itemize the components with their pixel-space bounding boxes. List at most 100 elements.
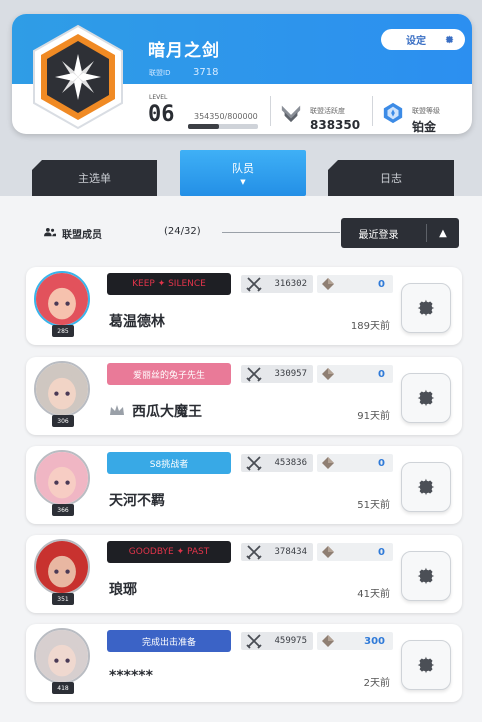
caret-down-icon: ▼ bbox=[240, 178, 246, 186]
diamond-icon bbox=[322, 457, 334, 469]
member-settings-button[interactable] bbox=[401, 551, 451, 601]
gear-icon bbox=[417, 478, 435, 496]
member-level: 351 bbox=[52, 593, 74, 605]
member-row[interactable]: 306 爱丽丝的兔子先生 330957 0 西瓜大魔王 91天前 bbox=[26, 357, 462, 435]
combat-power-value: 330957 bbox=[274, 369, 307, 379]
avatar-portrait bbox=[34, 361, 90, 417]
divider bbox=[270, 96, 271, 126]
member-avatar[interactable]: 351 bbox=[30, 535, 94, 605]
combat-power: 459975 bbox=[241, 632, 313, 650]
combat-power: 316302 bbox=[241, 275, 313, 293]
gear-icon bbox=[417, 299, 435, 317]
last-login: 91天前 bbox=[357, 411, 390, 422]
member-avatar[interactable]: 366 bbox=[30, 446, 94, 516]
crown-icon bbox=[110, 405, 124, 415]
contribution: 300 bbox=[317, 632, 393, 650]
member-settings-button[interactable] bbox=[401, 373, 451, 423]
member-level: 366 bbox=[52, 504, 74, 516]
member-name: 西瓜大魔王 bbox=[132, 404, 202, 420]
diamond-icon bbox=[322, 635, 334, 647]
member-level: 306 bbox=[52, 415, 74, 427]
tab-log[interactable]: 日志 bbox=[328, 160, 454, 196]
member-level: 285 bbox=[52, 325, 74, 337]
member-name: 葛温德林 bbox=[109, 314, 165, 330]
member-avatar[interactable]: 285 bbox=[30, 267, 94, 337]
combat-power-value: 453836 bbox=[274, 458, 307, 468]
contribution-value: 0 bbox=[378, 457, 385, 469]
crossed-swords-icon bbox=[246, 545, 262, 560]
tab-members[interactable]: 队员 ▼ bbox=[180, 150, 306, 196]
member-avatar[interactable]: 306 bbox=[30, 357, 94, 427]
gear-icon bbox=[445, 35, 454, 44]
contribution: 0 bbox=[317, 275, 393, 293]
alliance-name: 暗月之剑 bbox=[148, 41, 220, 61]
exp-progress-fill bbox=[188, 124, 219, 129]
gear-icon bbox=[417, 656, 435, 674]
member-settings-button[interactable] bbox=[401, 462, 451, 512]
activity-label: 联盟活跃度 bbox=[310, 107, 345, 115]
member-name: ****** bbox=[109, 668, 153, 684]
members-header: 联盟成员 (24/32) 最近登录 ▲ bbox=[0, 216, 482, 248]
member-row[interactable]: 366 S8挑战者 453836 0 天河不羁 51天前 bbox=[26, 446, 462, 524]
diamond-icon bbox=[322, 368, 334, 380]
member-settings-button[interactable] bbox=[401, 640, 451, 690]
member-avatar[interactable]: 418 bbox=[30, 624, 94, 694]
combat-power: 378434 bbox=[241, 543, 313, 561]
tab-label: 日志 bbox=[380, 172, 402, 185]
activity-value: 838350 bbox=[310, 118, 361, 132]
member-settings-button[interactable] bbox=[401, 283, 451, 333]
contribution-value: 300 bbox=[364, 635, 385, 647]
member-banner: 爱丽丝的兔子先生 bbox=[107, 363, 231, 385]
combat-power: 453836 bbox=[241, 454, 313, 472]
sort-dropdown[interactable]: 最近登录 ▲ bbox=[341, 218, 459, 248]
crossed-swords-icon bbox=[246, 367, 262, 382]
crossed-swords-icon bbox=[246, 277, 262, 292]
members-label: 联盟成员 bbox=[62, 230, 102, 241]
settings-label: 设定 bbox=[406, 36, 426, 47]
contribution: 0 bbox=[317, 365, 393, 383]
member-level: 418 bbox=[52, 682, 74, 694]
tab-main-menu[interactable]: 主选单 bbox=[32, 160, 157, 196]
gear-icon bbox=[417, 389, 435, 407]
tab-label: 主选单 bbox=[78, 172, 111, 185]
combat-power: 330957 bbox=[241, 365, 313, 383]
combat-power-value: 459975 bbox=[274, 636, 307, 646]
alliance-level: 06 bbox=[148, 102, 175, 127]
rank-badge-icon bbox=[383, 102, 403, 124]
settings-button[interactable]: 设定 bbox=[381, 29, 465, 50]
member-row[interactable]: 285 KEEP ✦ SILENCE 316302 0 葛温德林 189天前 bbox=[26, 267, 462, 345]
diamond-icon bbox=[322, 278, 334, 290]
level-label: LEVEL bbox=[149, 94, 168, 101]
contribution: 0 bbox=[317, 454, 393, 472]
member-banner: GOODBYE ✦ PAST bbox=[107, 541, 231, 563]
member-banner: S8挑战者 bbox=[107, 452, 231, 474]
member-row[interactable]: 418 完成出击准备 459975 300 ****** 2天前 bbox=[26, 624, 462, 702]
tab-bar: 主选单 队员 ▼ 日志 bbox=[0, 150, 482, 198]
alliance-emblem-icon bbox=[30, 24, 126, 130]
people-icon bbox=[44, 227, 56, 237]
member-name: 琅琊 bbox=[109, 582, 137, 598]
sort-label: 最近登录 bbox=[358, 229, 399, 241]
contribution-value: 0 bbox=[378, 546, 385, 558]
alliance-id: 3718 bbox=[193, 67, 219, 78]
avatar-portrait bbox=[34, 271, 90, 327]
activity-icon bbox=[281, 105, 301, 123]
diamond-icon bbox=[322, 546, 334, 558]
gear-icon bbox=[417, 567, 435, 585]
members-count: (24/32) bbox=[164, 226, 201, 237]
avatar-portrait bbox=[34, 450, 90, 506]
sort-ascending-icon[interactable]: ▲ bbox=[427, 228, 459, 239]
avatar-portrait bbox=[34, 628, 90, 684]
last-login: 51天前 bbox=[357, 500, 390, 511]
exp-text: 354350/800000 bbox=[194, 112, 258, 121]
member-name: 天河不羁 bbox=[109, 493, 165, 509]
crossed-swords-icon bbox=[246, 634, 262, 649]
member-row[interactable]: 351 GOODBYE ✦ PAST 378434 0 琅琊 41天前 bbox=[26, 535, 462, 613]
contribution-value: 0 bbox=[378, 368, 385, 380]
contribution-value: 0 bbox=[378, 278, 385, 290]
divider bbox=[372, 96, 373, 126]
rank-label: 联盟等级 bbox=[412, 107, 440, 115]
divider bbox=[222, 232, 340, 233]
member-banner: KEEP ✦ SILENCE bbox=[107, 273, 231, 295]
rank-value: 铂金 bbox=[412, 120, 437, 134]
